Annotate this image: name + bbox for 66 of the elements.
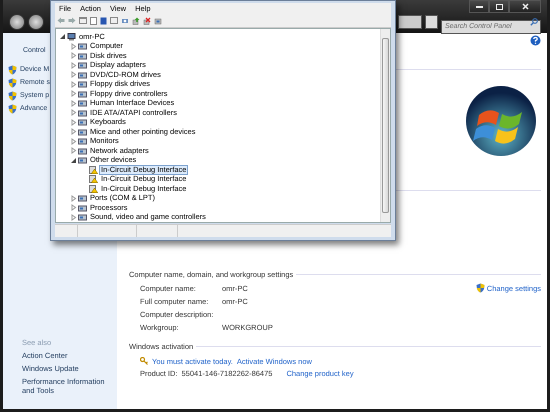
remove-device-icon[interactable] bbox=[143, 16, 151, 24]
expand-icon[interactable] bbox=[70, 90, 77, 98]
expand-icon[interactable] bbox=[70, 42, 77, 50]
device-icon bbox=[78, 194, 87, 202]
scan-icon[interactable] bbox=[121, 16, 129, 24]
device-icon bbox=[78, 137, 87, 146]
shield-icon bbox=[8, 90, 17, 100]
device-icon bbox=[78, 146, 87, 155]
device-icon bbox=[78, 90, 87, 98]
expand-icon[interactable] bbox=[70, 204, 77, 212]
device-icon bbox=[78, 61, 87, 70]
minimize-button[interactable] bbox=[469, 0, 489, 13]
warning-device-icon bbox=[89, 184, 98, 193]
expand-icon[interactable] bbox=[70, 52, 77, 60]
expand-icon[interactable] bbox=[70, 138, 77, 145]
shield-icon bbox=[8, 64, 17, 74]
expand-icon[interactable] bbox=[70, 118, 77, 126]
window-icon[interactable] bbox=[79, 17, 87, 24]
update-icon[interactable] bbox=[132, 16, 140, 24]
device-icon bbox=[78, 204, 87, 212]
close-icon bbox=[522, 3, 528, 10]
device-icon bbox=[78, 52, 87, 60]
forward-button[interactable] bbox=[28, 14, 44, 30]
device-icon bbox=[78, 156, 87, 164]
expand-icon[interactable] bbox=[70, 128, 77, 136]
device-icon bbox=[78, 213, 87, 222]
expand-icon[interactable] bbox=[70, 80, 77, 88]
device-icon bbox=[78, 70, 87, 79]
search-icon bbox=[530, 18, 538, 26]
warning-device-icon bbox=[89, 175, 98, 184]
key-icon bbox=[140, 357, 148, 365]
back-button[interactable] bbox=[9, 14, 25, 30]
device-icon[interactable] bbox=[154, 16, 162, 24]
shield-icon bbox=[8, 104, 17, 114]
minimize-icon bbox=[476, 5, 482, 8]
windows-logo bbox=[465, 85, 537, 157]
back-arrow-icon[interactable] bbox=[57, 17, 65, 24]
address-bar[interactable] bbox=[398, 15, 422, 29]
expand-icon[interactable] bbox=[70, 214, 77, 221]
device-icon bbox=[78, 99, 87, 108]
forward-arrow-icon[interactable] bbox=[68, 17, 76, 24]
computer-icon bbox=[67, 32, 76, 41]
maximize-button[interactable] bbox=[489, 0, 509, 13]
warning-device-icon bbox=[89, 166, 98, 174]
page-icon[interactable] bbox=[90, 16, 97, 24]
expand-icon[interactable] bbox=[70, 71, 77, 78]
device-icon bbox=[78, 118, 87, 126]
shield-icon bbox=[476, 283, 485, 293]
help-book-icon[interactable] bbox=[100, 16, 107, 24]
device-icon bbox=[78, 128, 87, 136]
maximize-icon bbox=[496, 4, 502, 10]
device-icon bbox=[78, 42, 87, 50]
shield-icon bbox=[8, 78, 17, 88]
refresh-button[interactable] bbox=[425, 15, 438, 29]
expand-icon[interactable] bbox=[70, 194, 77, 202]
expand-icon[interactable] bbox=[70, 100, 77, 107]
collapse-icon[interactable] bbox=[59, 33, 66, 40]
help-icon[interactable] bbox=[530, 35, 541, 46]
expand-icon[interactable] bbox=[70, 109, 77, 116]
device-icon bbox=[78, 80, 87, 88]
close-button[interactable] bbox=[509, 0, 541, 13]
window-icon[interactable] bbox=[110, 17, 118, 24]
device-icon bbox=[78, 108, 87, 117]
expand-icon[interactable] bbox=[70, 62, 77, 69]
scrollbar[interactable] bbox=[380, 29, 390, 222]
collapse-icon[interactable] bbox=[70, 156, 77, 164]
